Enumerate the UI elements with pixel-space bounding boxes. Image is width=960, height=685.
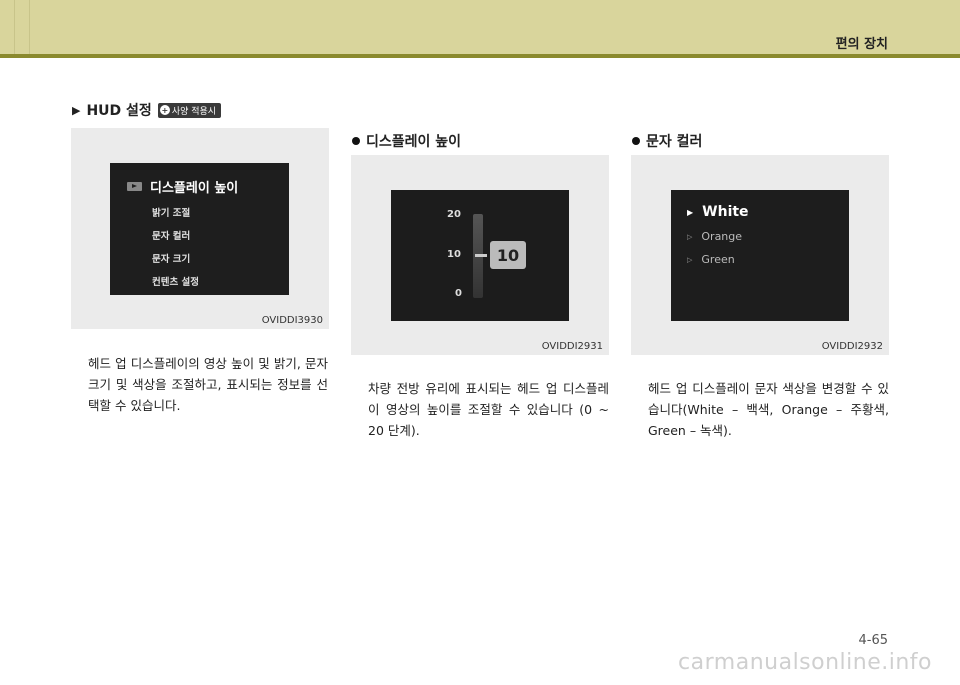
menu-item-content-settings: 컨텐츠 설정 (152, 277, 200, 288)
col2-text: 차량 전방 유리에 표시되는 헤드 업 디스플레이 영상의 높이를 조절할 수 … (368, 381, 609, 438)
bullet-dot-icon (632, 137, 640, 145)
header-divider (14, 0, 15, 54)
color-option-green: ▷ Green (687, 253, 735, 266)
menu-title-label: 디스플레이 높이 (150, 181, 239, 196)
bullet-dot-icon (352, 137, 360, 145)
scale-marker (475, 254, 487, 257)
header-divider (29, 0, 30, 54)
display-height-figure: 20 10 0 10 OVIDDI2931 (351, 155, 609, 355)
option-icon: + (159, 105, 170, 115)
menu-item-brightness: 밝기 조절 (152, 208, 191, 219)
header-rule (0, 54, 960, 58)
hud-menu-figure: 디스플레이 높이 밝기 조절 문자 컬러 문자 크기 컨텐츠 설정 OVIDDI… (71, 128, 329, 329)
hud-settings-title: HUD 설정 (86, 103, 152, 119)
text-color-heading-label: 문자 컬러 (646, 134, 703, 150)
current-height-value: 10 (490, 241, 526, 269)
page-number: 4-65 (858, 633, 888, 648)
figure-code: OVIDDI3930 (261, 315, 323, 326)
text-color-screen: ▶ White ▷ Orange ▷ Green (671, 190, 849, 321)
figure-code: OVIDDI2931 (541, 341, 603, 352)
triangle-right-icon: ▷ (687, 232, 693, 241)
hud-menu-screen: 디스플레이 높이 밝기 조절 문자 컬러 문자 크기 컨텐츠 설정 (110, 163, 289, 295)
option-badge-label: 사양 적용시 (171, 106, 217, 117)
figure-code: OVIDDI2932 (821, 341, 883, 352)
watermark: carmanualsonline.info (678, 650, 932, 675)
play-icon (127, 182, 142, 191)
text-color-heading: 문자 컬러 (632, 131, 702, 151)
scale-label-0: 0 (455, 288, 462, 299)
menu-item-text-size: 문자 크기 (152, 254, 191, 265)
triangle-bullet-icon: ▶ (72, 103, 81, 117)
color-option-label: White (702, 204, 749, 220)
text-color-figure: ▶ White ▷ Orange ▷ Green OVIDDI2932 (631, 155, 889, 355)
scale-label-10: 10 (447, 249, 461, 260)
hud-settings-heading: ▶ HUD 설정 + 사양 적용시 (72, 100, 222, 120)
display-height-heading: 디스플레이 높이 (352, 131, 461, 151)
color-option-orange: ▷ Orange (687, 230, 742, 243)
triangle-right-icon: ▶ (687, 207, 694, 217)
scale-label-20: 20 (447, 209, 461, 220)
color-option-label: Green (701, 253, 735, 266)
menu-title: 디스플레이 높이 (127, 177, 238, 196)
col1-text: 헤드 업 디스플레이의 영상 높이 및 밝기, 문자 크기 및 색상을 조절하고… (88, 356, 328, 413)
col3-text: 헤드 업 디스플레이 문자 색상을 변경할 수 있습니다(White – 백색,… (648, 381, 889, 438)
header-band (0, 0, 960, 54)
section-title: 편의 장치 (835, 37, 888, 52)
display-height-heading-label: 디스플레이 높이 (366, 134, 462, 150)
triangle-right-icon: ▷ (687, 255, 693, 264)
option-badge: + 사양 적용시 (157, 102, 222, 118)
color-option-white: ▶ White (687, 204, 749, 220)
menu-item-text-color: 문자 컬러 (152, 231, 191, 242)
display-height-screen: 20 10 0 10 (391, 190, 569, 321)
color-option-label: Orange (701, 230, 743, 243)
